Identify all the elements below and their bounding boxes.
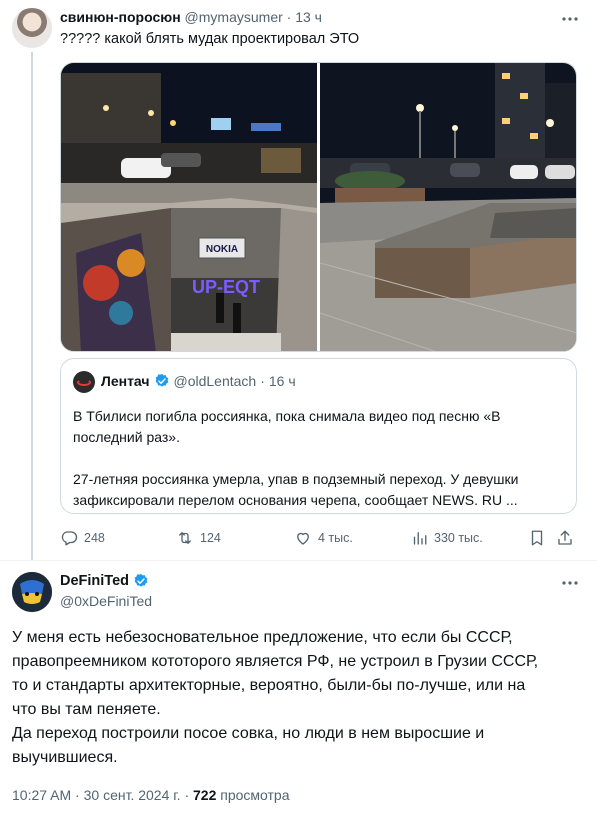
quoted-paragraph: В Тбилиси погибла россиянка, пока снимал… [73,408,501,445]
reply-icon [61,531,78,546]
repost-icon [179,532,191,544]
tweet-text: ????? какой блять мудак проектировал ЭТО [60,31,360,47]
timestamp[interactable]: 10:27 AM [12,787,71,803]
author-name[interactable]: DeFiniTed [60,573,129,589]
separator: · [75,787,80,803]
more-options-icon[interactable] [560,9,580,29]
author-name[interactable]: свинюн-поросюн [60,9,181,25]
tweet-original[interactable]: свинюн-поросюн @mymaysumer · 13 ч ????? … [0,0,597,560]
like-count: 4 тыс. [318,531,353,545]
text-line: то и стандарты архитекторные, вероятно, … [12,677,526,694]
verified-badge-icon [155,374,168,387]
separator: · [260,373,265,389]
photo-underpass[interactable]: NOKIA UP-EQT [61,63,317,352]
media-gallery[interactable]: NOKIA UP-EQT [60,62,577,352]
tweet-text: У меня есть небезосновательное предложен… [12,626,584,770]
like-button[interactable]: 4 тыс. [294,528,353,548]
text-line: выучившиеся. [12,749,118,766]
tweet-header: свинюн-поросюн @mymaysumer · 13 ч [60,9,322,25]
action-bar: 248 124 4 тыс. 330 тыс. [60,528,577,548]
repost-count: 124 [200,531,221,545]
text-line: правопреемником кототорого является РФ, … [12,653,539,670]
author-handle[interactable]: @0xDeFiniTed [60,593,152,609]
text-line: Да переход построили посое совка, но люд… [12,725,485,742]
separator: · [286,9,292,25]
avatar[interactable] [12,572,52,612]
repost-button[interactable]: 124 [176,528,221,548]
quoted-author-handle[interactable]: @oldLentach [174,373,257,389]
nokia-sign: NOKIA [206,244,238,255]
views-count: 722 [193,787,217,803]
timestamp[interactable]: 13 ч [295,9,322,25]
views-button[interactable]: 330 тыс. [410,528,483,548]
views-label: просмотра [220,787,290,803]
text-line: У меня есть небезосновательное предложен… [12,629,513,646]
bookmark-icon [531,530,543,546]
graffiti-text: UP-EQT [192,277,260,297]
quoted-text: В Тбилиси погибла россиянка, пока снимал… [73,406,563,532]
quoted-paragraph: 27-летняя россиянка умерла, упав в подзе… [73,471,519,508]
bookmark-button[interactable] [528,528,546,548]
quoted-timestamp[interactable]: 16 ч [269,373,296,389]
author-name-row: DeFiniTed [60,573,149,589]
separator: · [184,787,190,803]
heart-icon [297,532,309,545]
thread-line [31,52,33,560]
reply-button[interactable]: 248 [60,528,105,548]
avatar[interactable] [12,8,52,48]
quoted-tweet[interactable]: Лентач @oldLentach · 16 ч В Тбилиси поги… [60,358,577,514]
tweet-reply[interactable]: DeFiniTed @0xDeFiniTed У меня есть небез… [0,561,597,823]
tweet-meta: 10:27 AM · 30 сент. 2024 г. · 722 просмо… [12,787,290,803]
text-line: что вы там пеняете. [12,701,161,718]
analytics-icon [413,532,427,545]
view-count: 330 тыс. [434,531,483,545]
verified-badge-icon [134,574,148,587]
quoted-header: Лентач @oldLentach · 16 ч [101,373,296,389]
share-icon [558,530,572,545]
date[interactable]: 30 сент. 2024 г. [84,787,181,803]
lentach-logo-icon [77,379,91,386]
share-button[interactable] [556,528,574,548]
more-options-icon[interactable] [560,573,580,593]
reply-count: 248 [84,531,105,545]
quoted-author-name[interactable]: Лентач [101,373,150,389]
author-handle[interactable]: @mymaysumer [185,9,283,25]
photo-plaza[interactable] [320,63,577,352]
